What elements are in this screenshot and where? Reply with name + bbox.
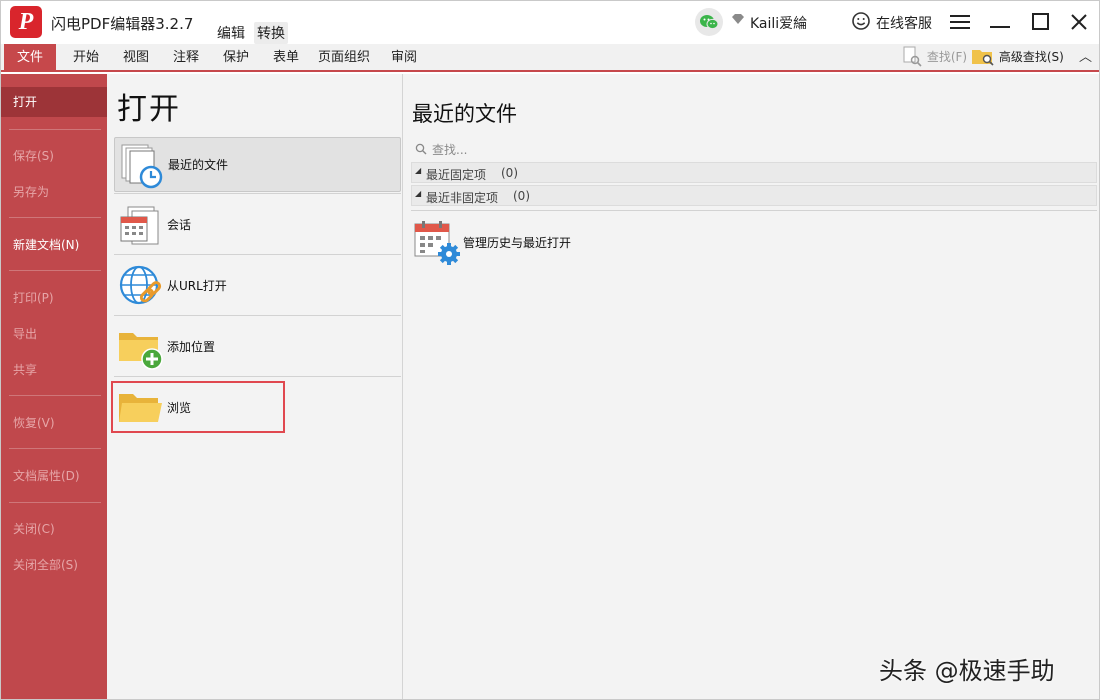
app-title: 闪电PDF编辑器3.2.7	[51, 15, 194, 33]
sidebar-divider	[9, 395, 101, 396]
group-pinned[interactable]: ◢ 最近固定项 (0)	[411, 162, 1097, 183]
tab-start[interactable]: 开始	[63, 44, 109, 72]
customer-service-link[interactable]: 在线客服	[876, 13, 932, 33]
globe-link-icon	[119, 265, 162, 305]
sidebar-item-document-properties[interactable]: 文档属性(D)	[1, 461, 107, 491]
tab-page-organize[interactable]: 页面组织	[313, 44, 375, 72]
search-icon	[415, 143, 427, 155]
open-option-session[interactable]: 会话	[114, 198, 401, 253]
wechat-icon[interactable]	[695, 8, 723, 36]
sidebar-divider	[9, 217, 101, 218]
smiley-icon[interactable]	[851, 11, 871, 35]
open-option-from-url[interactable]: 从URL打开	[114, 259, 401, 314]
tab-annotate[interactable]: 注释	[163, 44, 209, 72]
sidebar-item-save[interactable]: 保存(S)	[1, 141, 107, 171]
find-doc-icon	[903, 46, 922, 67]
mode-tab-convert[interactable]: 转换	[254, 22, 288, 44]
option-divider	[114, 193, 401, 194]
group-label: 最近非固定项	[426, 191, 499, 205]
menu-icon[interactable]	[945, 7, 975, 37]
sidebar-item-share[interactable]: 共享	[1, 355, 107, 385]
group-count: (0)	[501, 166, 518, 180]
recent-divider	[411, 210, 1097, 211]
file-sidebar: 打开 保存(S) 另存为 新建文档(N) 打印(P) 导出 共享 恢复(V) 文…	[1, 74, 107, 699]
advanced-find-button[interactable]: 高级查找(S)	[971, 44, 1064, 72]
vip-diamond-icon	[731, 13, 745, 28]
mode-tab-edit[interactable]: 编辑	[214, 22, 248, 44]
open-option-label: 从URL打开	[167, 279, 227, 293]
tab-form[interactable]: 表单	[263, 44, 309, 72]
title-bar: P 闪电PDF编辑器3.2.7 编辑 转换 Kaili爱綸 在线客服	[1, 1, 1099, 44]
group-count: (0)	[513, 189, 530, 203]
manage-history-label: 管理历史与最近打开	[463, 236, 572, 250]
recent-files-title: 最近的文件	[412, 102, 517, 126]
find-label: 查找(F)	[926, 50, 968, 64]
sidebar-divider	[9, 502, 101, 503]
tab-view[interactable]: 视图	[113, 44, 159, 72]
find-button[interactable]: 查找(F)	[901, 44, 967, 72]
open-option-label: 添加位置	[167, 340, 216, 354]
option-divider	[114, 254, 401, 255]
sidebar-item-export[interactable]: 导出	[1, 319, 107, 349]
option-divider	[114, 376, 401, 377]
maximize-icon[interactable]	[1025, 7, 1055, 37]
open-option-label: 最近的文件	[168, 158, 229, 172]
app-logo: P	[10, 6, 42, 38]
group-label: 最近固定项	[426, 168, 487, 182]
username[interactable]: Kaili爱綸	[750, 13, 807, 33]
option-divider	[114, 315, 401, 316]
sidebar-divider	[9, 270, 101, 271]
app-window: P 闪电PDF编辑器3.2.7 编辑 转换 Kaili爱綸 在线客服 文件 开始…	[0, 0, 1100, 700]
expand-triangle-icon: ◢	[415, 166, 422, 175]
group-unpinned[interactable]: ◢ 最近非固定项 (0)	[411, 185, 1097, 206]
tab-protect[interactable]: 保护	[213, 44, 259, 72]
watermark-text: 头条 @极速手助	[879, 657, 1055, 685]
open-panel: 打开 最近的文件 会话 从URL打开 添加位置 浏览	[107, 74, 403, 699]
sidebar-item-close[interactable]: 关闭(C)	[1, 514, 107, 544]
recent-files-icon	[121, 144, 163, 189]
tab-review[interactable]: 审阅	[381, 44, 427, 72]
sidebar-item-restore[interactable]: 恢复(V)	[1, 408, 107, 438]
sidebar-item-print[interactable]: 打印(P)	[1, 283, 107, 313]
manage-history-button[interactable]: 管理历史与最近打开	[411, 216, 631, 268]
advanced-find-label: 高级查找(S)	[998, 50, 1064, 64]
collapse-ribbon-icon[interactable]: ︿	[1079, 44, 1092, 72]
session-icon	[120, 206, 159, 245]
sidebar-item-close-all[interactable]: 关闭全部(S)	[1, 550, 107, 580]
sidebar-divider	[9, 448, 101, 449]
folder-search-icon	[972, 50, 994, 66]
sidebar-item-open[interactable]: 打开	[1, 87, 107, 117]
browse-highlight-box	[111, 381, 285, 433]
add-folder-icon	[119, 333, 163, 370]
open-option-label: 会话	[167, 218, 192, 232]
open-option-add-location[interactable]: 添加位置	[114, 320, 401, 375]
sidebar-divider	[9, 129, 101, 130]
calendar-gear-icon	[414, 221, 460, 265]
sidebar-item-new-document[interactable]: 新建文档(N)	[1, 230, 107, 260]
recent-search	[412, 140, 1096, 162]
tab-file[interactable]: 文件	[4, 44, 56, 72]
expand-triangle-icon: ◢	[415, 189, 422, 198]
search-input[interactable]	[432, 141, 732, 159]
ribbon-tabs: 文件 开始 视图 注释 保护 表单 页面组织 审阅 查找(F) 高级查找(S) …	[1, 44, 1099, 72]
close-icon[interactable]	[1064, 7, 1094, 37]
minimize-icon[interactable]	[985, 7, 1015, 37]
sidebar-item-save-as[interactable]: 另存为	[1, 177, 107, 207]
open-panel-title: 打开	[117, 92, 181, 127]
recent-files-panel: 最近的文件 ◢ 最近固定项 (0) ◢ 最近非固定项 (0)	[403, 74, 1099, 699]
open-option-recent-files[interactable]: 最近的文件	[114, 137, 401, 192]
